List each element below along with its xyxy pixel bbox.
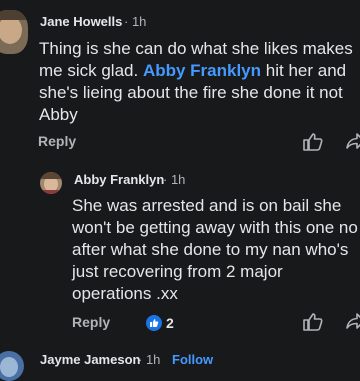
avatar[interactable]	[40, 172, 62, 194]
comment-text-span: hit her and	[265, 61, 347, 80]
share-icon[interactable]	[346, 131, 360, 156]
comment-text-line: operations .xx	[72, 284, 178, 303]
reply-button[interactable]: Reply	[38, 133, 76, 149]
comment-text-line: Thing is she can do what she likes makes	[39, 39, 353, 58]
comment-text-line: won't be getting away with this one no	[72, 218, 358, 237]
comment-text-line: just recovering from 2 major	[72, 262, 283, 281]
share-icon[interactable]	[346, 311, 360, 336]
comment-text-line: me sick glad. Abby Franklyn hit her and	[39, 60, 346, 82]
avatar[interactable]	[0, 351, 24, 381]
like-icon[interactable]	[303, 313, 323, 336]
comment-author[interactable]: Jane Howells	[40, 14, 122, 29]
comment-text-line: Abby	[39, 105, 78, 124]
mention-link[interactable]: Abby Franklyn	[143, 61, 261, 80]
reply-button[interactable]: Reply	[72, 314, 110, 330]
avatar[interactable]	[0, 10, 28, 54]
comment-author[interactable]: Abby Franklyn	[74, 172, 164, 187]
comment-time: · 1h	[124, 14, 147, 29]
comment-text-line: she's lieing about the fire she done it …	[39, 83, 343, 102]
comment-text-span: me sick glad.	[39, 61, 139, 80]
like-icon[interactable]	[303, 133, 323, 156]
like-reaction-icon[interactable]	[146, 315, 162, 331]
comment-text-line: She was arrested and is on bail she	[72, 196, 342, 215]
comment-time: · 1h	[163, 172, 186, 187]
comment-text-line: after what she done to my nan who's	[72, 240, 349, 259]
reaction-count[interactable]: 2	[166, 315, 174, 331]
